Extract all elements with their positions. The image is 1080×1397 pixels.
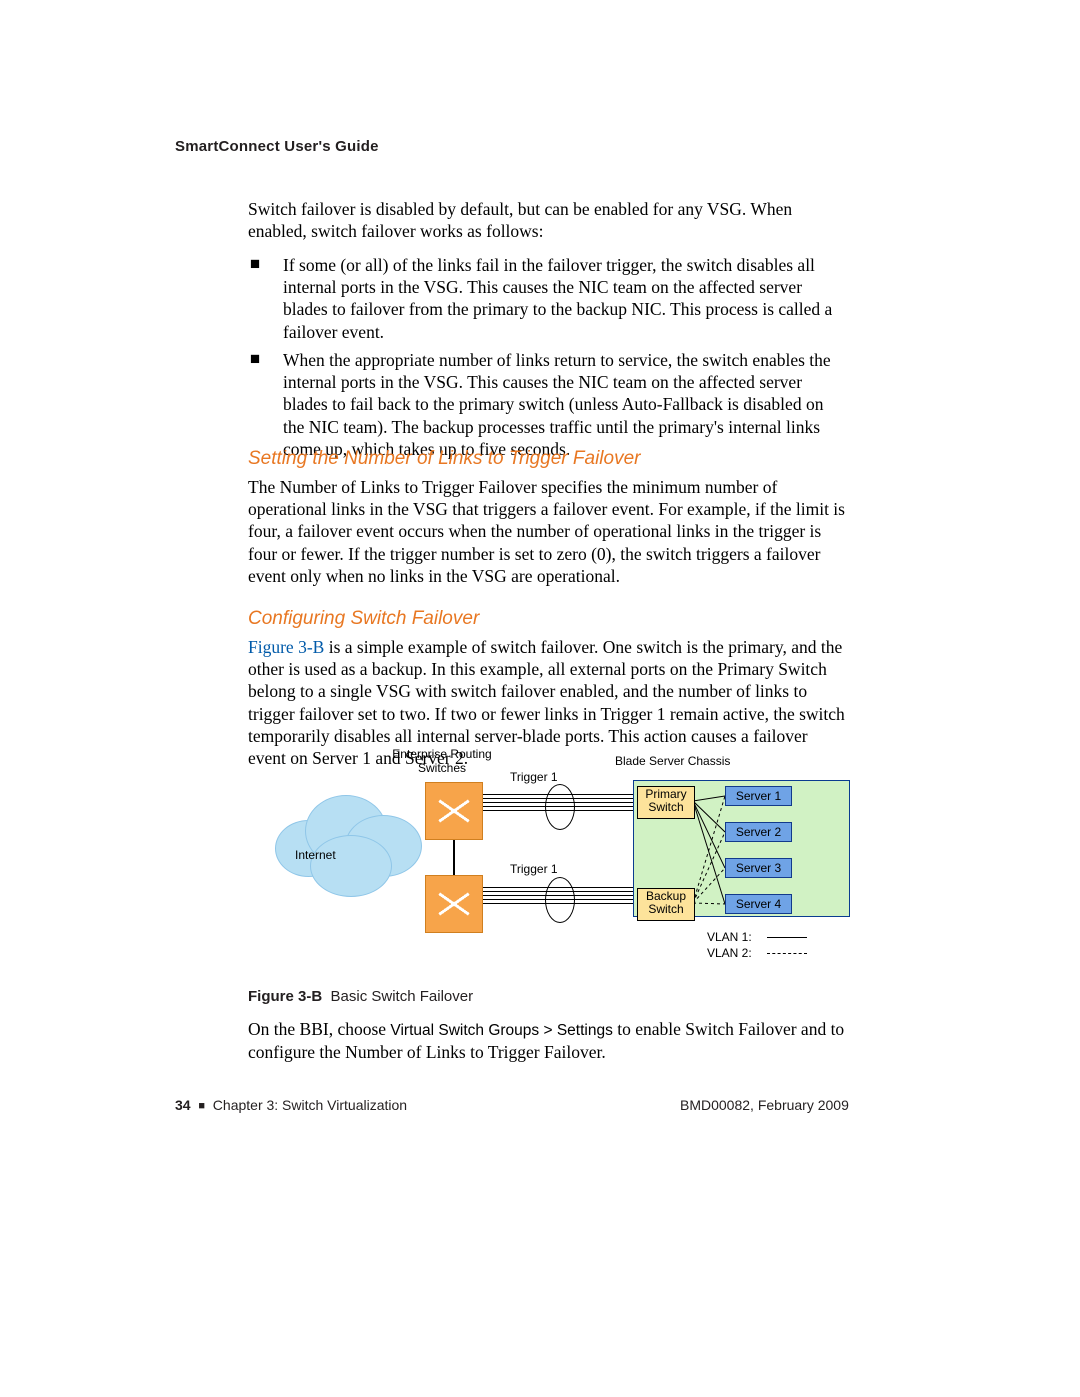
routing-switch-icon: [425, 875, 483, 933]
chapter-title: Chapter 3: Switch Virtualization: [213, 1097, 407, 1113]
server-box: Server 3: [725, 858, 792, 878]
server-box: Server 4: [725, 894, 792, 914]
setting-body: The Number of Links to Trigger Failover …: [248, 476, 848, 587]
internet-cloud-icon: [275, 780, 435, 900]
internet-label: Internet: [295, 848, 336, 862]
figure-caption-label: Figure 3-B: [248, 988, 322, 1005]
configuring-below-figure: On the BBI, choose Virtual Switch Groups…: [248, 1018, 848, 1063]
document-page: SmartConnect User's Guide Switch failove…: [0, 0, 1080, 1397]
bullet-text-2: When the appropriate number of links ret…: [283, 349, 848, 460]
trigger-ellipse-icon: [545, 784, 575, 830]
enterprise-switches-label: Enterprise Routing Switches: [387, 748, 497, 776]
page-number: 34: [175, 1097, 191, 1113]
configuring-body-text: is a simple example of switch failover. …: [248, 637, 845, 768]
vlan2-label: VLAN 2:: [707, 946, 752, 960]
switch-interlink-line: [453, 838, 455, 875]
solid-line-icon: [767, 937, 807, 938]
doc-id: BMD00082, February 2009: [680, 1097, 849, 1113]
figure-caption-text: Basic Switch Failover: [331, 988, 474, 1005]
intro-paragraph: Switch failover is disabled by default, …: [248, 198, 848, 242]
trigger-label: Trigger 1: [510, 770, 558, 784]
routing-switch-icon: [425, 782, 483, 840]
chassis-label: Blade Server Chassis: [615, 754, 730, 768]
switch-server-links: [693, 786, 725, 914]
vlan-legend: VLAN 1: VLAN 2:: [707, 930, 847, 962]
bullet-text-1: If some (or all) of the links fail in th…: [283, 254, 848, 343]
figure-caption: Figure 3-B Basic Switch Failover: [248, 988, 473, 1005]
footer-separator-icon: ■: [198, 1100, 205, 1112]
figure-crossref-link[interactable]: Figure 3-B: [248, 637, 324, 657]
bullet-icon: ■: [248, 254, 262, 274]
section-heading-configuring: Configuring Switch Failover: [248, 608, 479, 630]
running-header: SmartConnect User's Guide: [175, 138, 379, 155]
bullet-icon: ■: [248, 349, 262, 369]
dashed-line-icon: [767, 953, 807, 954]
trigger-label: Trigger 1: [510, 862, 558, 876]
bbi-text-a: On the BBI, choose: [248, 1019, 390, 1039]
figure-diagram: Enterprise Routing Switches Internet Tri…: [275, 750, 855, 970]
server-box: Server 1: [725, 786, 792, 806]
trigger-ellipse-icon: [545, 877, 575, 923]
section-heading-setting: Setting the Number of Links to Trigger F…: [248, 448, 641, 470]
primary-switch-label: Primary Switch: [637, 786, 695, 819]
ui-path-text: Virtual Switch Groups > Settings: [390, 1022, 612, 1039]
vlan1-label: VLAN 1:: [707, 930, 752, 944]
backup-switch-label: Backup Switch: [637, 888, 695, 921]
server-box: Server 2: [725, 822, 792, 842]
